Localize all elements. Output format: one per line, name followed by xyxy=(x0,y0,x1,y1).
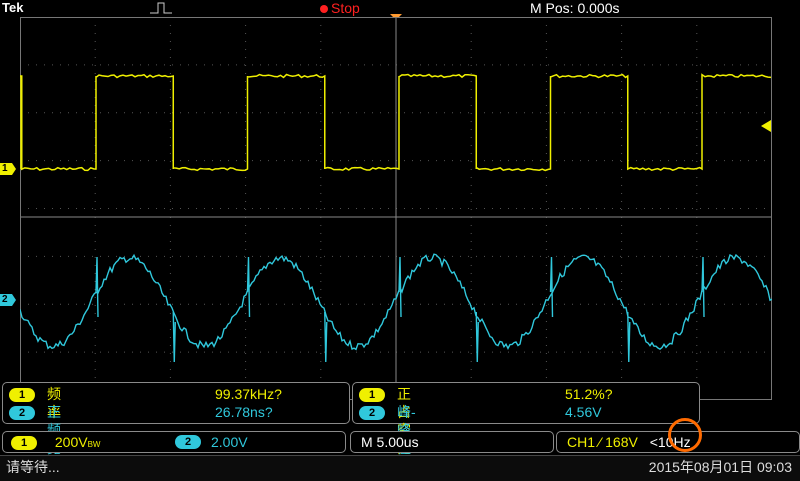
timebase-value: M 5.00us xyxy=(361,434,419,450)
trigger-edge-icon xyxy=(150,2,172,14)
status-message: 请等待... xyxy=(6,459,60,475)
measurement-value: 99.37kHz? xyxy=(215,386,282,402)
bandwidth-limit-indicator: BW xyxy=(87,440,101,449)
ch2-badge: 2 xyxy=(9,406,35,421)
trigger-source: CH1 xyxy=(567,434,596,450)
measurement-panel-right: 1 正占空比 51.2%? 2 峰-峰值 4.56V xyxy=(352,382,700,456)
ch2-ground-marker[interactable]: 2 xyxy=(0,294,16,306)
run-state-label: Stop xyxy=(331,0,360,16)
ch1-scale-badge: 1 xyxy=(11,436,37,451)
measurement-row: 2 正频宽 26.78ns? xyxy=(9,403,273,456)
ch2-badge: 2 xyxy=(359,406,385,421)
ch1-ground-marker[interactable]: 1 xyxy=(0,163,16,175)
vertical-scale-panel[interactable]: 1 200VBW 2 2.00V xyxy=(2,431,346,453)
measurement-value: 51.2%? xyxy=(565,386,613,402)
ch1-scale-value: 200V xyxy=(54,434,88,450)
trigger-level-marker-icon[interactable] xyxy=(761,120,771,132)
measurement-row: 2 峰-峰值 4.56V xyxy=(359,403,602,456)
stop-indicator-icon xyxy=(320,5,328,14)
ch2-scale-badge: 2 xyxy=(175,435,201,449)
ch1-badge: 1 xyxy=(9,388,35,403)
waveform-display[interactable] xyxy=(20,17,772,400)
horizontal-position: M Pos: 0.000s xyxy=(530,0,620,16)
measurement-value: 4.56V xyxy=(565,404,602,420)
brand-label: Tek xyxy=(2,0,24,15)
watermark-logo xyxy=(668,418,702,452)
run-state: Stop xyxy=(320,0,360,16)
ch2-scale-value: 2.00V xyxy=(211,434,248,450)
trigger-level: 168V xyxy=(605,434,638,450)
timebase-panel[interactable]: M 5.00us xyxy=(350,431,554,453)
measurement-row: 1 频率 99.37kHz? xyxy=(9,385,282,420)
status-bar: 请等待... 2015年08月01日 09:03 xyxy=(0,455,800,481)
measurement-row: 1 正占空比 51.2%? xyxy=(359,385,612,456)
measurement-value: 26.78ns? xyxy=(215,404,273,420)
measurement-panel-left: 1 频率 99.37kHz? 2 正频宽 26.78ns? xyxy=(2,382,350,456)
ch1-badge: 1 xyxy=(359,388,385,403)
datetime: 2015年08月01日 09:03 xyxy=(648,459,792,475)
